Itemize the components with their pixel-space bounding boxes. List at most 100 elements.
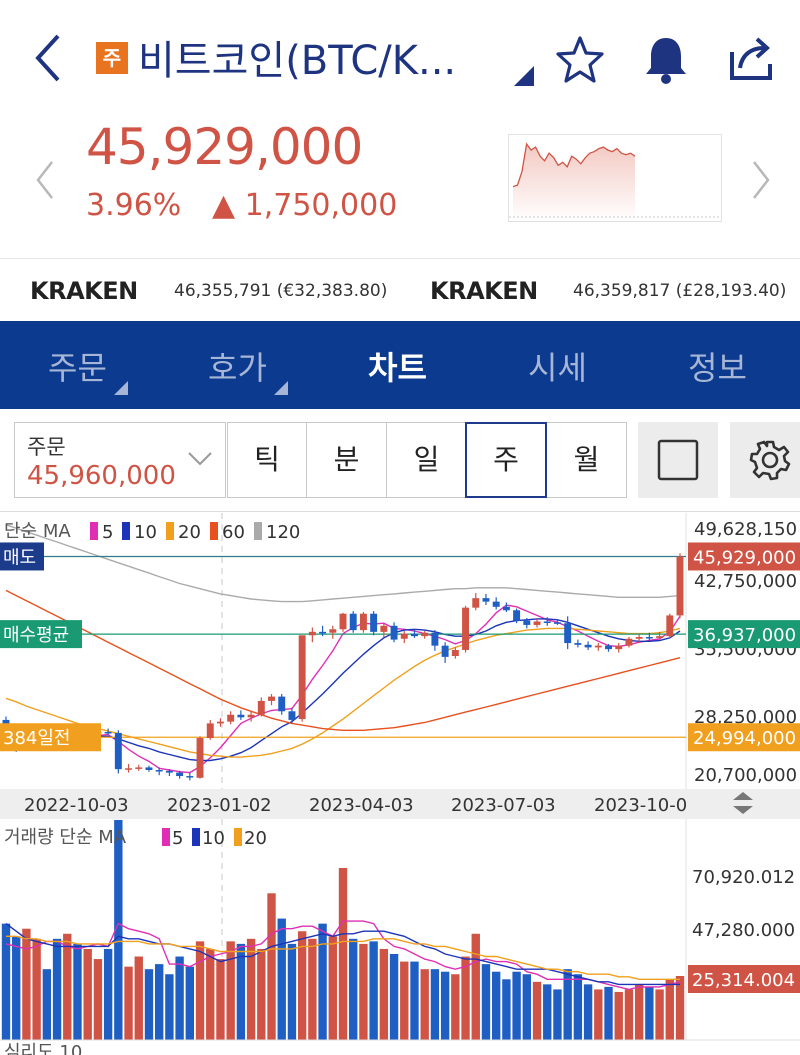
ma-legend-swatch (90, 522, 98, 540)
volume-legend-prefix: 거래량 단순 MA (4, 827, 127, 848)
bell-icon[interactable] (638, 32, 694, 88)
reference-value: 45,929,000 (693, 547, 796, 568)
order-price-select[interactable]: 주문 45,960,000 (14, 422, 226, 498)
indicator-panel: 심리도 10 (0, 1039, 800, 1055)
chart-area[interactable]: 단순 MA 5 10 20 60 120 49,628,150 42,750,000 35,50… (0, 513, 800, 1055)
candle (247, 714, 255, 718)
candle (206, 723, 214, 739)
tab-order-dropdown-icon[interactable] (114, 381, 128, 395)
volume-bar (165, 974, 174, 1040)
price-sparkline[interactable] (508, 134, 722, 222)
x-tick-label: 2023-04-03 (309, 795, 414, 816)
volume-bar (318, 923, 327, 1040)
period-minute-button[interactable]: 분 (307, 422, 387, 498)
star-icon[interactable] (552, 32, 608, 88)
candle (308, 631, 316, 636)
ma-legend-period: 5 (102, 522, 113, 543)
period-month-button[interactable]: 월 (547, 422, 627, 498)
period-week-button[interactable]: 주 (465, 422, 547, 498)
volume-bar (175, 956, 184, 1040)
volume-bar (257, 948, 266, 1040)
volume-bar (532, 981, 542, 1040)
volume-bar (379, 948, 389, 1040)
price-chart[interactable]: 단순 MA 5 10 20 60 120 49,628,15042,750,00035,50… (0, 513, 800, 789)
volume-bar (216, 959, 225, 1040)
volume-bar (594, 989, 603, 1040)
volume-chart[interactable]: 거래량 단순 MA 5 10 20 70,920.012 47,280.000 25,314… (1, 819, 800, 1040)
next-asset-icon[interactable] (746, 158, 776, 202)
volume-bar (1, 923, 11, 1040)
candle (155, 770, 163, 772)
indicator-label: 심리도 10 (4, 1042, 82, 1055)
volume-bar (655, 989, 664, 1040)
volume-bar (553, 989, 562, 1040)
period-tick-button[interactable]: 틱 (227, 422, 307, 498)
volume-bar (134, 956, 143, 1040)
volume-legend-swatch (162, 828, 170, 846)
asset-title[interactable]: 비트코인(BTC/K... (138, 28, 456, 86)
tab-order[interactable]: 주문 (48, 343, 107, 389)
candle (370, 613, 378, 632)
volume-bar (604, 986, 613, 1040)
volume-bar (267, 893, 276, 1040)
tab-orderbook[interactable]: 호가 (208, 343, 267, 389)
exchange-prices: KRAKEN 46,355,791 (€32,383.80) KRAKEN 46… (0, 258, 800, 320)
volume-legend-swatch (234, 828, 242, 846)
candle (288, 711, 296, 720)
ma-legend-prefix: 단순 MA (4, 521, 71, 542)
candle (553, 622, 561, 624)
volume-bar (32, 938, 41, 1040)
volume-bar (471, 933, 480, 1040)
tab-orderbook-dropdown-icon[interactable] (274, 381, 288, 395)
candle (257, 700, 265, 715)
candle (574, 643, 582, 645)
volume-bar (583, 984, 593, 1040)
candle (441, 645, 449, 657)
chart-settings-button[interactable] (730, 422, 800, 498)
volume-bar (154, 964, 164, 1040)
candle (237, 714, 245, 718)
tab-chart[interactable]: 차트 (368, 343, 427, 389)
volume-bar (226, 941, 235, 1040)
share-icon[interactable] (724, 32, 780, 88)
volume-bar (491, 971, 501, 1040)
volume-ma-legend: 거래량 단순 MA 5 10 20 (4, 827, 267, 849)
exchange-name: KRAKEN (430, 277, 538, 305)
volume-bar (287, 943, 297, 1040)
volume-bar (206, 948, 215, 1040)
volume-bar (22, 928, 31, 1040)
prev-asset-icon[interactable] (30, 158, 60, 202)
candle (268, 696, 275, 701)
volume-bar (451, 974, 460, 1040)
ma-legend-swatch (122, 522, 130, 540)
candle (298, 635, 306, 720)
candle (339, 613, 347, 630)
candle (216, 721, 224, 724)
tab-info[interactable]: 정보 (688, 343, 747, 389)
volume-bar (42, 969, 52, 1040)
volume-y-tick-label: 70,920.012 (692, 867, 795, 888)
volume-bar (512, 971, 521, 1040)
chart-type-button[interactable] (638, 422, 718, 498)
volume-legend-period: 10 (202, 828, 225, 849)
period-day-button[interactable]: 일 (387, 422, 467, 498)
x-tick-label: 2022-10-03 (24, 795, 129, 816)
candle (380, 625, 388, 632)
title-dropdown-icon[interactable] (514, 66, 534, 86)
volume-current-value: 25,314.004 (692, 970, 795, 991)
volume-bar (52, 938, 62, 1040)
volume-bar (430, 969, 440, 1040)
volume-legend-period: 5 (172, 828, 183, 849)
volume-bar (73, 943, 82, 1040)
candle (523, 620, 531, 625)
volume-bar (502, 979, 511, 1040)
y-tick-label: 42,750,000 (694, 571, 797, 592)
exchange-price: 46,359,817 (£28,193.40) (573, 281, 787, 301)
back-arrow-icon[interactable] (28, 30, 72, 86)
volume-bar (277, 918, 286, 1040)
candle (114, 732, 122, 770)
volume-bar (185, 966, 195, 1040)
reference-label: 매수평균 (3, 625, 69, 646)
candle (543, 621, 551, 623)
tab-market[interactable]: 시세 (528, 343, 587, 389)
